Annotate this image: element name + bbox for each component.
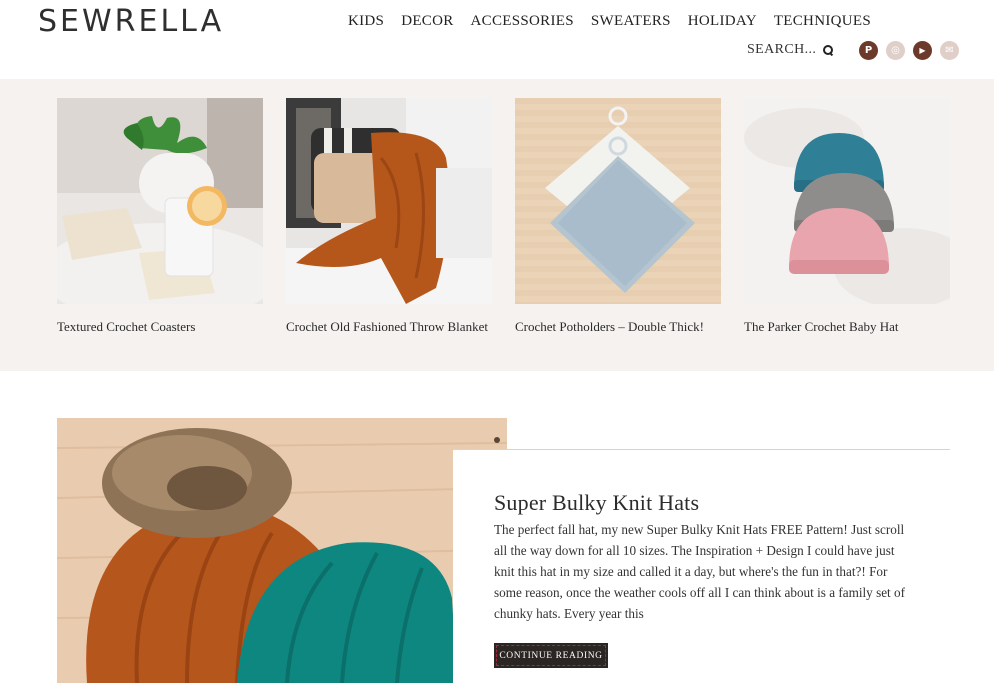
super-bulky-hats-image[interactable] <box>57 418 507 683</box>
throw-blanket-image[interactable] <box>286 98 492 304</box>
continue-reading-button[interactable]: CONTINUE READING <box>494 643 608 668</box>
related-post-card[interactable]: The Parker Crochet Baby Hat <box>744 98 950 334</box>
instagram-icon[interactable]: ◎ <box>886 41 905 60</box>
related-post-title[interactable]: Textured Crochet Coasters <box>57 319 263 334</box>
related-posts: Textured Crochet Coasters Crochet Old Fa… <box>0 79 994 371</box>
related-post-title[interactable]: Crochet Old Fashioned Throw Blanket <box>286 319 492 334</box>
pinterest-icon[interactable]: P <box>859 41 878 60</box>
site-logo[interactable]: SEWRELLA <box>38 4 224 39</box>
post-excerpt: The perfect fall hat, my new Super Bulky… <box>494 522 906 621</box>
related-post-card[interactable]: Crochet Old Fashioned Throw Blanket <box>286 98 492 334</box>
nav-item-techniques[interactable]: TECHNIQUES <box>774 13 871 30</box>
baby-hat-image[interactable] <box>744 98 950 304</box>
post-title[interactable]: Super Bulky Knit Hats <box>494 490 699 516</box>
social-links: P ◎ ▶ ✉ <box>859 41 959 60</box>
youtube-icon[interactable]: ▶ <box>913 41 932 60</box>
nav-item-accessories[interactable]: ACCESSORIES <box>471 13 574 30</box>
related-post-title[interactable]: The Parker Crochet Baby Hat <box>744 319 950 334</box>
nav-item-sweaters[interactable]: SWEATERS <box>591 13 671 30</box>
nav-item-decor[interactable]: DECOR <box>401 13 453 30</box>
related-post-card[interactable]: Crochet Potholders – Double Thick! <box>515 98 721 334</box>
email-icon[interactable]: ✉ <box>940 41 959 60</box>
nav-item-kids[interactable]: KIDS <box>348 13 384 30</box>
search-icon <box>823 45 834 55</box>
potholders-image[interactable] <box>515 98 721 304</box>
search-toggle[interactable]: SEARCH... <box>747 42 834 58</box>
related-post-title[interactable]: Crochet Potholders – Double Thick! <box>515 319 721 334</box>
main-nav: KIDS DECOR ACCESSORIES SWEATERS HOLIDAY … <box>348 13 888 30</box>
site-header: SEWRELLA KIDS DECOR ACCESSORIES SWEATERS… <box>0 0 994 79</box>
related-post-card[interactable]: Textured Crochet Coasters <box>57 98 263 334</box>
coasters-image[interactable] <box>57 98 263 304</box>
search-label: SEARCH... <box>747 42 817 57</box>
nav-item-holiday[interactable]: HOLIDAY <box>688 13 757 30</box>
